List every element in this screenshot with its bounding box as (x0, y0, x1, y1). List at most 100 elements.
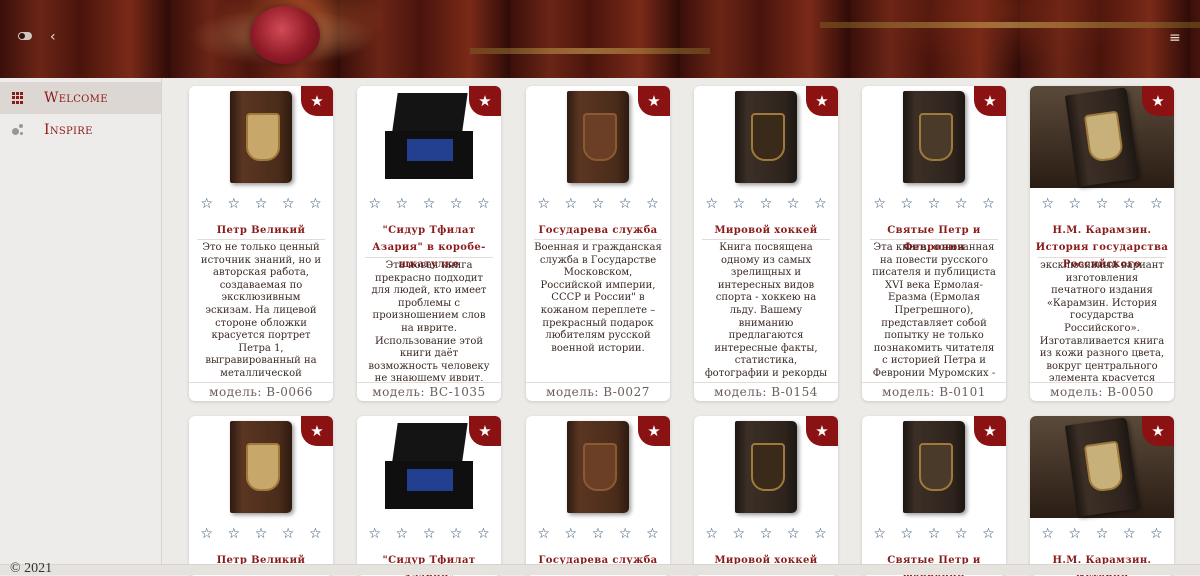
product-title[interactable]: Государева служба (530, 222, 666, 239)
star-outline-icon[interactable]: ☆ (592, 196, 605, 212)
product-card[interactable]: ★ ☆ ☆ ☆ ☆ ☆ Петр Великий (189, 416, 333, 576)
product-card[interactable]: ★ ☆ ☆ ☆ ☆ ☆ Мировой хоккей Книга посвящена о… (694, 86, 838, 401)
sidebar-item-inspire[interactable]: Inspire (0, 114, 161, 146)
star-outline-icon[interactable]: ☆ (814, 196, 827, 212)
product-card[interactable]: ★ ☆ ☆ ☆ ☆ ☆ "Сидур Тфилат Азария" в коробе-ш… (357, 86, 501, 401)
star-outline-icon[interactable]: ☆ (814, 526, 827, 542)
favorite-star-icon[interactable]: ★ (806, 416, 838, 446)
product-title[interactable]: Мировой хоккей (698, 222, 834, 239)
favorite-star-icon[interactable]: ★ (469, 86, 501, 116)
star-outline-icon[interactable]: ☆ (1096, 196, 1109, 212)
favorite-star-icon[interactable]: ★ (1142, 416, 1174, 446)
star-outline-icon[interactable]: ☆ (705, 196, 718, 212)
star-outline-icon[interactable]: ☆ (1150, 526, 1163, 542)
star-outline-icon[interactable]: ☆ (255, 526, 268, 542)
star-outline-icon[interactable]: ☆ (1123, 196, 1136, 212)
rating-stars[interactable]: ☆ ☆ ☆ ☆ ☆ (1030, 526, 1174, 542)
rating-stars[interactable]: ☆ ☆ ☆ ☆ ☆ (526, 526, 670, 542)
product-card[interactable]: ★ ☆☆☆☆☆ Н.М. Карамзин. История (1030, 416, 1174, 576)
star-outline-icon[interactable]: ☆ (1150, 196, 1163, 212)
star-outline-icon[interactable]: ☆ (396, 526, 409, 542)
star-outline-icon[interactable]: ☆ (1041, 196, 1054, 212)
star-outline-icon[interactable]: ☆ (1069, 526, 1082, 542)
star-outline-icon[interactable]: ☆ (619, 196, 632, 212)
star-outline-icon[interactable]: ☆ (760, 526, 773, 542)
star-outline-icon[interactable]: ☆ (928, 196, 941, 212)
rating-stars[interactable]: ☆ ☆ ☆ ☆ ☆ (189, 196, 333, 212)
rating-stars[interactable]: ☆ ☆ ☆ ☆ ☆ (694, 526, 838, 542)
sidebar-item-welcome[interactable]: Welcome (0, 82, 161, 114)
product-card[interactable]: ★ ☆☆☆☆☆ "Сидур Тфилат Азария" (357, 416, 501, 576)
star-outline-icon[interactable]: ☆ (200, 526, 213, 542)
star-outline-icon[interactable]: ☆ (955, 196, 968, 212)
star-outline-icon[interactable]: ☆ (282, 196, 295, 212)
product-card[interactable]: ★ ☆☆☆☆☆ Святые Петр и Феврония (862, 416, 1006, 576)
star-outline-icon[interactable]: ☆ (982, 196, 995, 212)
star-outline-icon[interactable]: ☆ (537, 526, 550, 542)
star-outline-icon[interactable]: ☆ (592, 526, 605, 542)
product-card[interactable]: ★ ☆ ☆ ☆ ☆ ☆ Святые Петр и Феврония Эта книга… (862, 86, 1006, 401)
product-card[interactable]: ★ ☆ ☆ ☆ ☆ ☆ Мировой хоккей (694, 416, 838, 576)
star-outline-icon[interactable]: ☆ (309, 196, 322, 212)
star-outline-icon[interactable]: ☆ (565, 196, 578, 212)
star-outline-icon[interactable]: ☆ (1096, 526, 1109, 542)
rating-stars[interactable]: ☆ ☆ ☆ ☆ ☆ (862, 526, 1006, 542)
star-outline-icon[interactable]: ☆ (787, 526, 800, 542)
star-outline-icon[interactable]: ☆ (309, 526, 322, 542)
star-outline-icon[interactable]: ☆ (646, 196, 659, 212)
favorite-star-icon[interactable]: ★ (974, 86, 1006, 116)
star-outline-icon[interactable]: ☆ (477, 526, 490, 542)
star-outline-icon[interactable]: ☆ (477, 196, 490, 212)
star-outline-icon[interactable]: ☆ (423, 526, 436, 542)
star-outline-icon[interactable]: ☆ (787, 196, 800, 212)
star-outline-icon[interactable]: ☆ (450, 526, 463, 542)
star-outline-icon[interactable]: ☆ (200, 196, 213, 212)
star-outline-icon[interactable]: ☆ (901, 196, 914, 212)
star-outline-icon[interactable]: ☆ (955, 526, 968, 542)
product-title[interactable]: Петр Великий (193, 222, 329, 239)
rating-stars[interactable]: ☆ ☆ ☆ ☆ ☆ (694, 196, 838, 212)
star-outline-icon[interactable]: ☆ (619, 526, 632, 542)
star-outline-icon[interactable]: ☆ (646, 526, 659, 542)
star-outline-icon[interactable]: ☆ (565, 526, 578, 542)
star-outline-icon[interactable]: ☆ (255, 196, 268, 212)
favorite-star-icon[interactable]: ★ (638, 86, 670, 116)
product-card[interactable]: ★ ☆ ☆ ☆ ☆ ☆ Н.М. Карамзин. История государст… (1030, 86, 1174, 401)
star-outline-icon[interactable]: ☆ (282, 526, 295, 542)
star-outline-icon[interactable]: ☆ (450, 196, 463, 212)
favorite-star-icon[interactable]: ★ (469, 416, 501, 446)
star-outline-icon[interactable]: ☆ (537, 196, 550, 212)
rating-stars[interactable]: ☆ ☆ ☆ ☆ ☆ (357, 526, 501, 542)
product-card[interactable]: ★ ☆ ☆ ☆ ☆ ☆ Петр Великий Это не только ценны… (189, 86, 333, 401)
star-outline-icon[interactable]: ☆ (928, 526, 941, 542)
favorite-star-icon[interactable]: ★ (1142, 86, 1174, 116)
star-outline-icon[interactable]: ☆ (733, 196, 746, 212)
favorite-star-icon[interactable]: ★ (301, 416, 333, 446)
star-outline-icon[interactable]: ☆ (396, 196, 409, 212)
hamburger-menu-icon[interactable]: ≡ (1169, 31, 1181, 45)
chevron-left-icon[interactable]: ‹ (50, 30, 56, 44)
product-card[interactable]: ★ ☆ ☆ ☆ ☆ ☆ Государева служба Военная и граж… (526, 86, 670, 401)
rating-stars[interactable]: ☆ ☆ ☆ ☆ ☆ (862, 196, 1006, 212)
star-outline-icon[interactable]: ☆ (368, 526, 381, 542)
star-outline-icon[interactable]: ☆ (982, 526, 995, 542)
toggle-icon[interactable] (18, 32, 32, 40)
star-outline-icon[interactable]: ☆ (1041, 526, 1054, 542)
star-outline-icon[interactable]: ☆ (228, 526, 241, 542)
star-outline-icon[interactable]: ☆ (1069, 196, 1082, 212)
rating-stars[interactable]: ☆ ☆ ☆ ☆ ☆ (526, 196, 670, 212)
star-outline-icon[interactable]: ☆ (873, 196, 886, 212)
rating-stars[interactable]: ☆ ☆ ☆ ☆ ☆ (1030, 196, 1174, 212)
star-outline-icon[interactable]: ☆ (705, 526, 718, 542)
rating-stars[interactable]: ☆ ☆ ☆ ☆ ☆ (357, 196, 501, 212)
favorite-star-icon[interactable]: ★ (974, 416, 1006, 446)
favorite-star-icon[interactable]: ★ (806, 86, 838, 116)
star-outline-icon[interactable]: ☆ (733, 526, 746, 542)
star-outline-icon[interactable]: ☆ (1123, 526, 1136, 542)
star-outline-icon[interactable]: ☆ (901, 526, 914, 542)
star-outline-icon[interactable]: ☆ (760, 196, 773, 212)
star-outline-icon[interactable]: ☆ (228, 196, 241, 212)
star-outline-icon[interactable]: ☆ (368, 196, 381, 212)
star-outline-icon[interactable]: ☆ (873, 526, 886, 542)
rating-stars[interactable]: ☆ ☆ ☆ ☆ ☆ (189, 526, 333, 542)
